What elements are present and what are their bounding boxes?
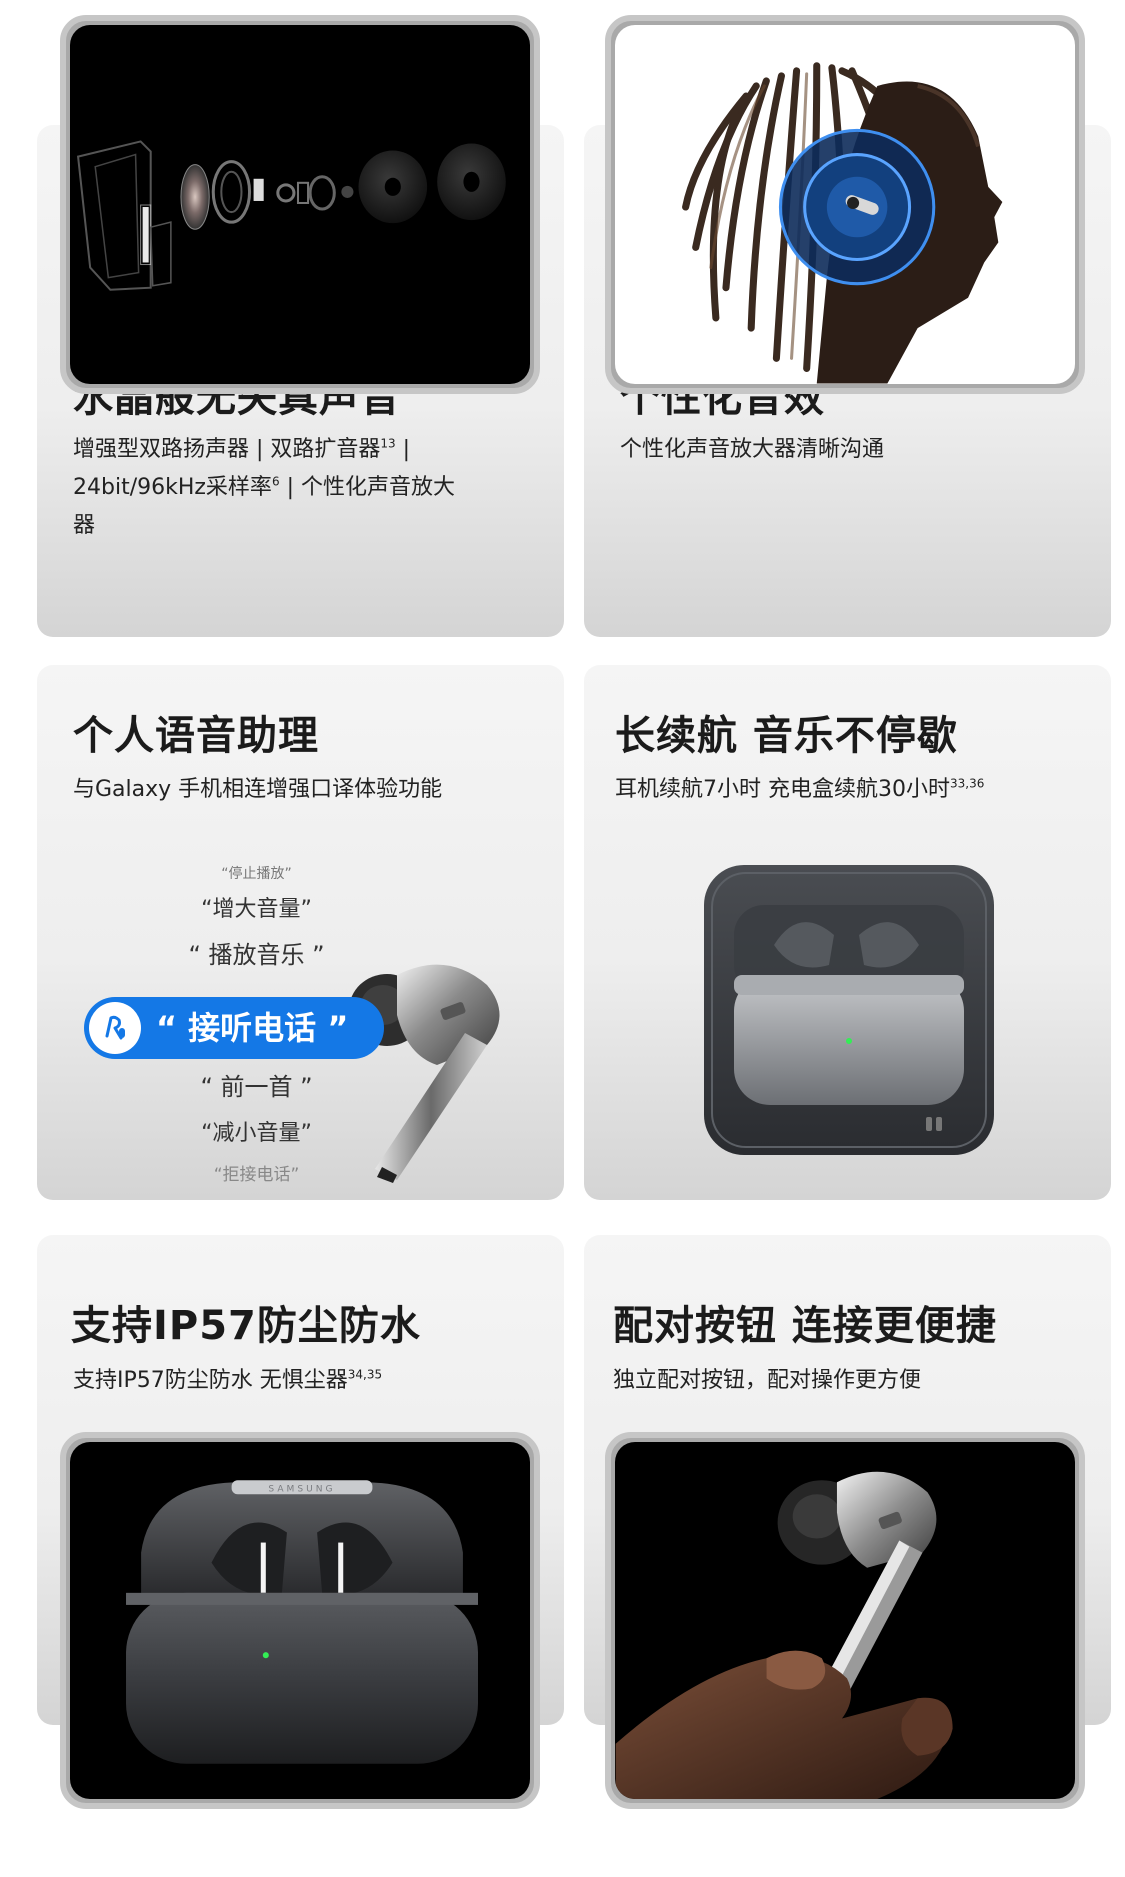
image-frame-ip57-case: SAMSUNG	[60, 1432, 540, 1809]
hand-holding-earbud-image	[615, 1471, 953, 1799]
open-case-image: SAMSUNG	[126, 1480, 478, 1764]
voice-command-answer-call: “ 接听电话 ”	[156, 1009, 349, 1047]
feature-card-voice-assistant: 个人语音助理 与Galaxy 手机相连增强口译体验功能 “停止播放” “增大音量…	[37, 665, 564, 1200]
card-description: 增强型双路扬声器 | 双路扩音器13 | 24bit/96kHz采样率6 | 个…	[73, 436, 455, 538]
earbud-image	[349, 964, 500, 1183]
card-description: 支持IP57防尘防水 无惧尘器34,35	[73, 1367, 383, 1393]
feature-card-battery: 长续航 音乐不停歇 耳机续航7小时 充电盒续航30小时33,36	[584, 665, 1111, 1200]
card-title: 长续航 音乐不停歇	[615, 713, 958, 759]
charging-case-image	[704, 865, 994, 1155]
image-frame-pairing	[605, 1432, 1085, 1809]
listener-with-earbud-image	[682, 62, 1003, 384]
card-title: 个人语音助理	[73, 713, 319, 759]
exploded-earbud-image	[76, 140, 506, 291]
card-description: 耳机续航7小时 充电盒续航30小时33,36	[615, 776, 985, 802]
card-title: 配对按钮 连接更便捷	[613, 1303, 997, 1349]
image-frame-exploded-earbud	[60, 15, 540, 394]
card-description: 个性化声音放大器清晰沟通	[620, 437, 885, 462]
voice-assistant-pill: “ 接听电话 ”	[84, 997, 384, 1059]
voice-command-stop: “停止播放”	[221, 866, 292, 882]
voice-command-volume-up: “增大音量”	[201, 897, 312, 922]
card-title: 支持IP57防尘防水	[71, 1303, 421, 1349]
voice-assistant-icon	[89, 1002, 141, 1054]
card-description: 独立配对按钮，配对操作更方便	[613, 1368, 922, 1393]
card-description: 与Galaxy 手机相连增强口译体验功能	[73, 777, 443, 802]
case-brand-text: SAMSUNG	[268, 1484, 335, 1494]
image-frame-listener	[605, 15, 1085, 394]
